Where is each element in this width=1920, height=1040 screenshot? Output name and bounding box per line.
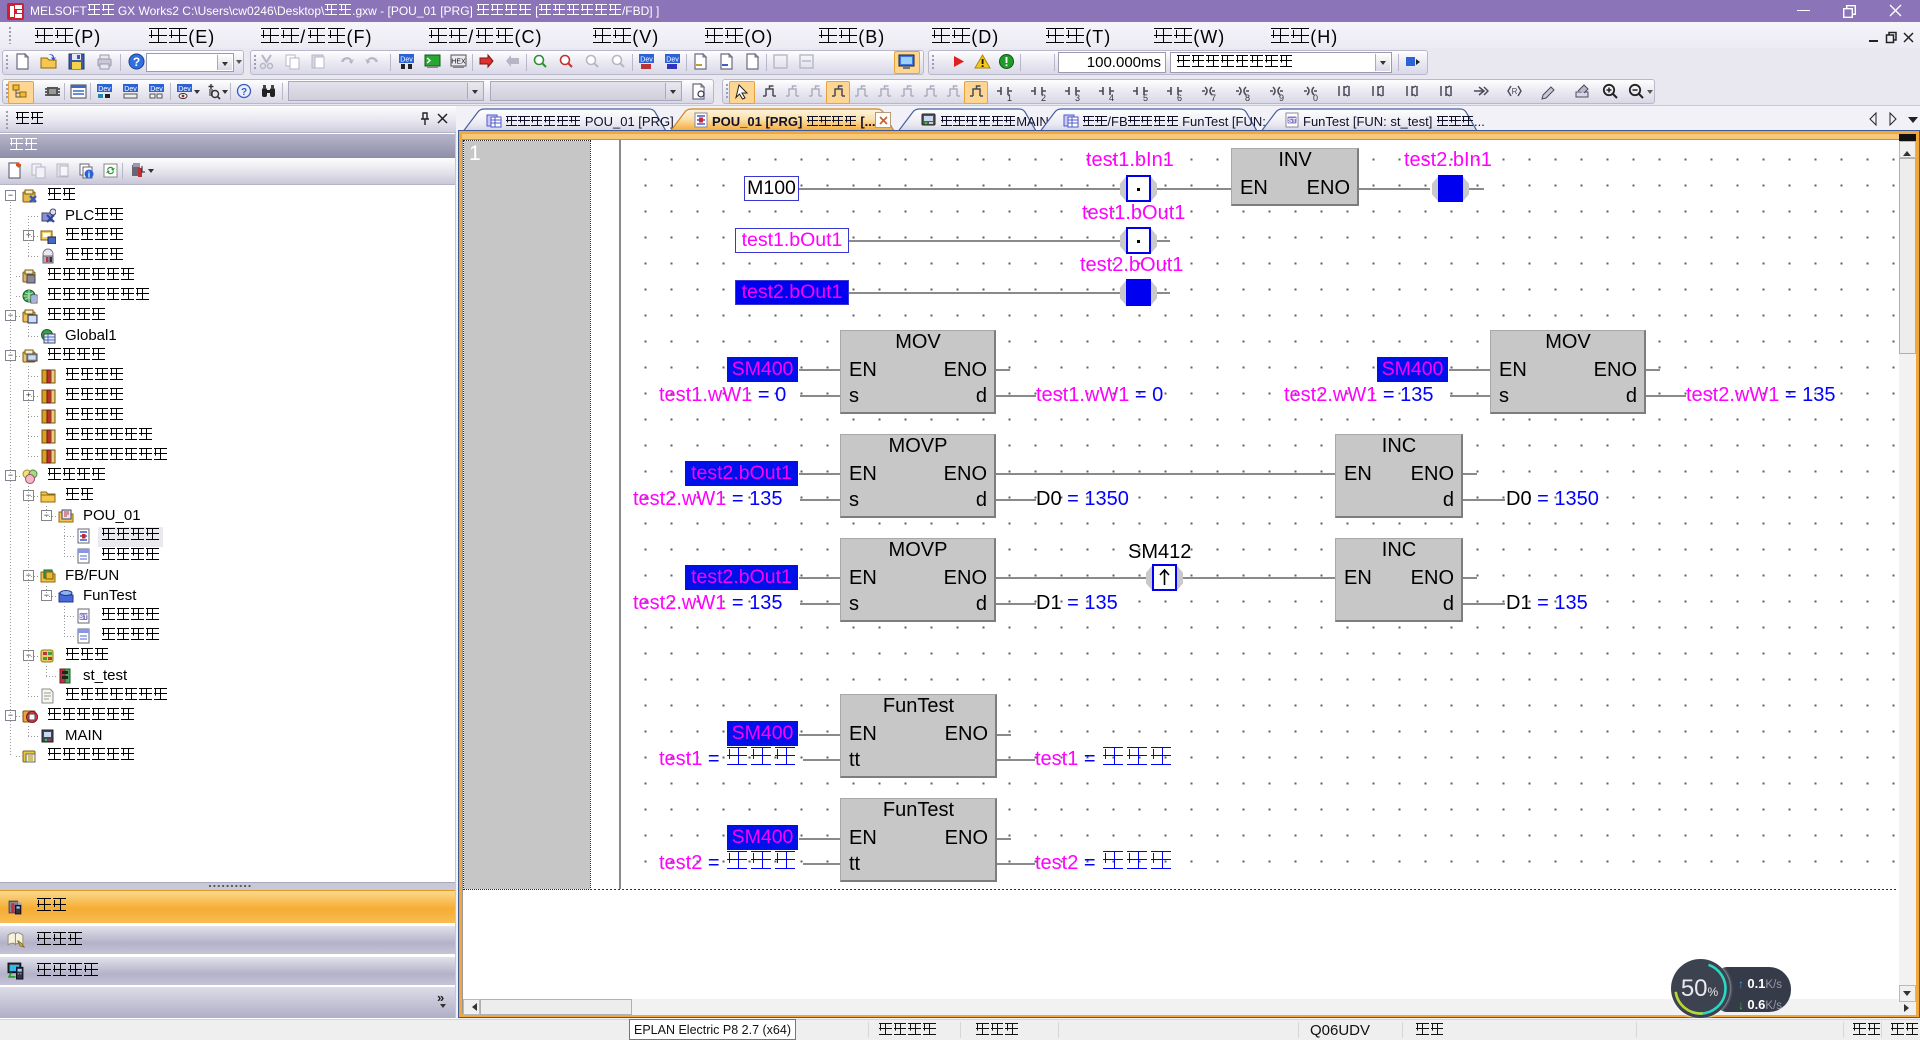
svg-text:i: i <box>88 171 90 180</box>
svg-text:?: ? <box>241 87 247 98</box>
svg-text:HEX: HEX <box>451 59 466 66</box>
svg-text:?: ? <box>133 55 140 69</box>
svg-text:Dev: Dev <box>178 86 191 93</box>
svg-text:Dev: Dev <box>150 86 163 93</box>
svg-text:Dev: Dev <box>124 86 137 93</box>
svg-text:Dev: Dev <box>640 57 653 64</box>
svg-text:R: R <box>1512 87 1518 96</box>
svg-text:Dev: Dev <box>666 57 679 64</box>
svg-text:Dev: Dev <box>400 57 413 64</box>
svg-text:ST: ST <box>79 614 87 621</box>
svg-text:ST: ST <box>1288 118 1296 125</box>
svg-text:Dev: Dev <box>98 86 111 93</box>
